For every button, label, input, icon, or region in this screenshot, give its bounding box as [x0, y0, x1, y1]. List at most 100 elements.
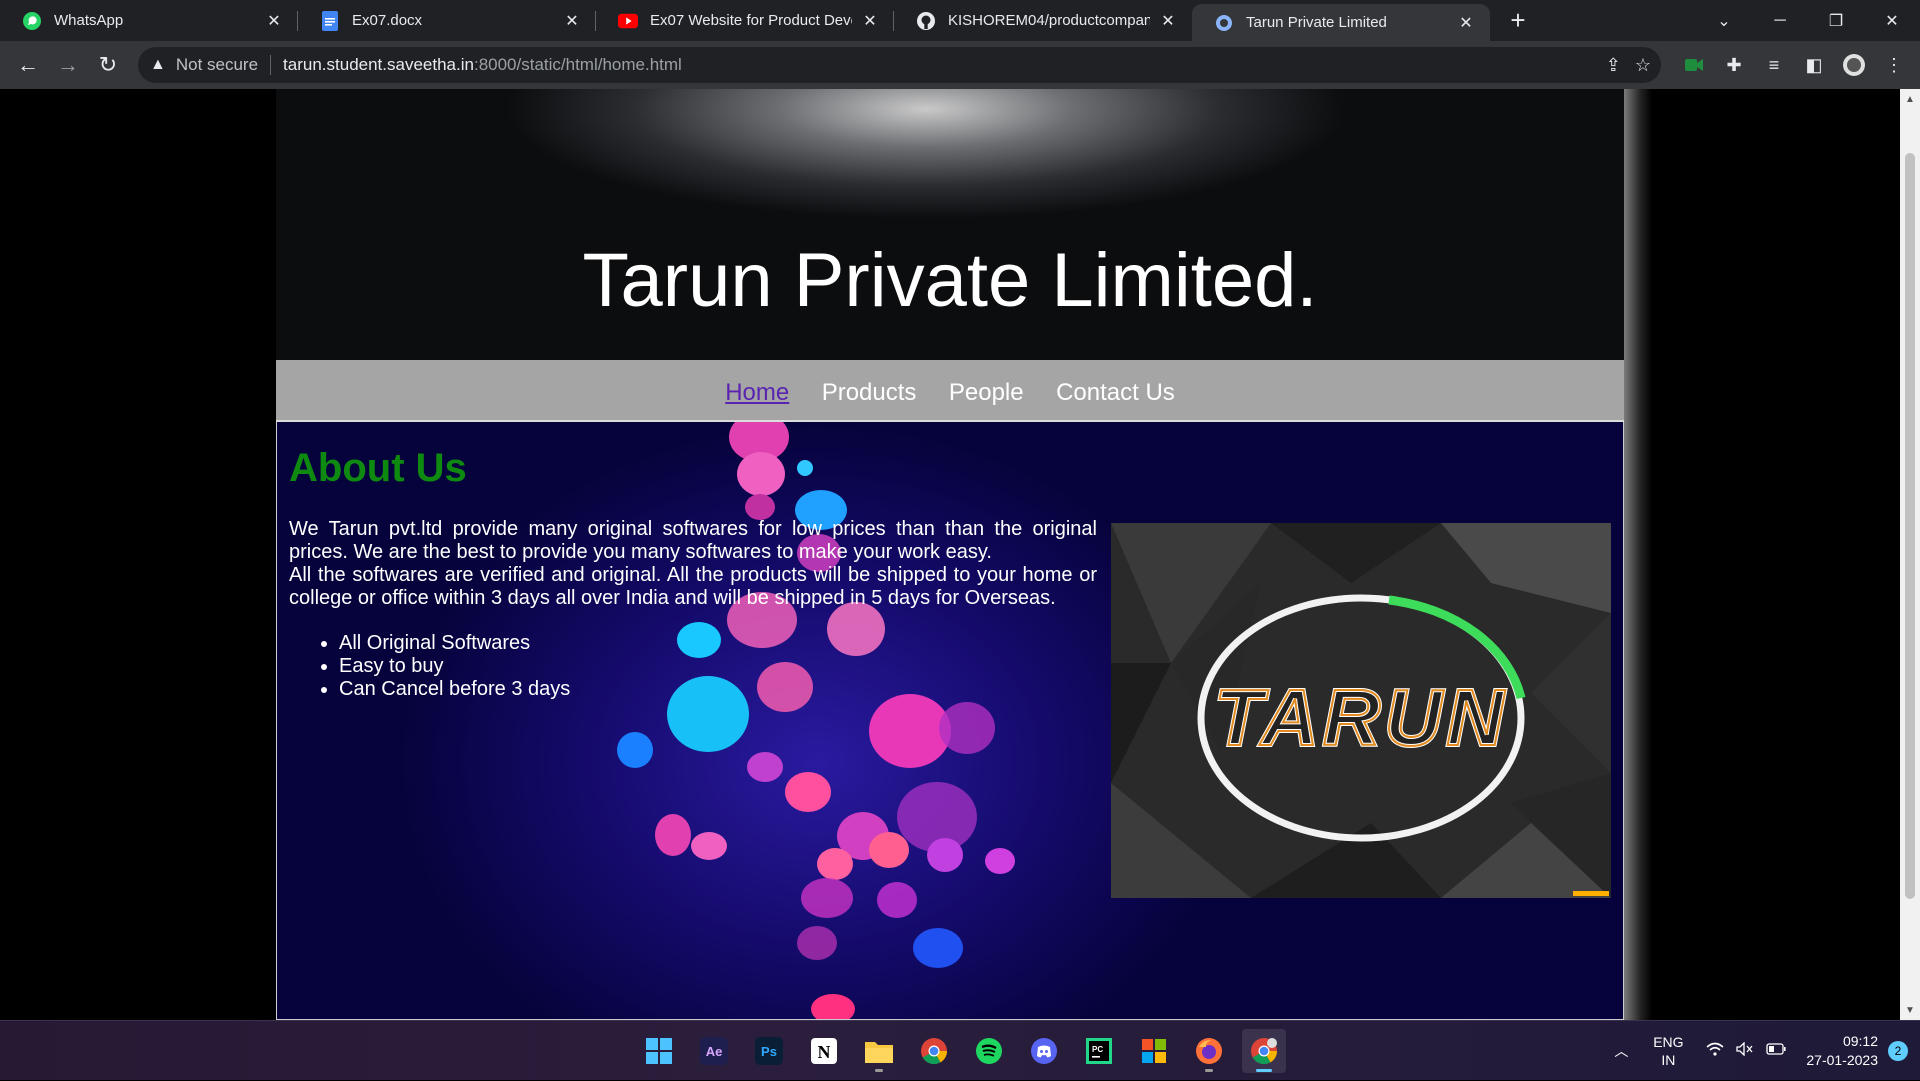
youtube-icon [618, 11, 638, 31]
chrome-dev-icon[interactable] [1242, 1029, 1286, 1073]
tab-title: KISHOREM04/productcompanyw [948, 12, 1150, 29]
close-icon[interactable]: ✕ [1456, 13, 1476, 33]
extension-meet-icon[interactable] [1676, 47, 1712, 83]
windows-taskbar: Ae Ps N PC ︿ ENG IN 09:12 27-01-2023 2 [0, 1020, 1920, 1080]
about-paragraph-1: We Tarun pvt.ltd provide many original s… [289, 518, 1097, 563]
warning-icon: ▲ [150, 56, 166, 73]
site-header: Tarun Private Limited. [276, 89, 1624, 360]
google-docs-icon [320, 10, 340, 31]
security-label[interactable]: Not secure [176, 55, 258, 75]
battery-icon [1766, 1042, 1786, 1061]
tab-youtube[interactable]: Ex07 Website for Product Develo ✕ [596, 0, 894, 41]
company-logo-image: TARUN TARUN [1111, 523, 1611, 898]
tab-docs[interactable]: Ex07.docx ✕ [298, 0, 596, 41]
quick-settings[interactable] [1706, 1040, 1786, 1061]
close-icon[interactable]: ✕ [264, 11, 284, 31]
tab-title: Ex07 Website for Product Develo [650, 12, 852, 29]
menu-kebab-icon[interactable]: ⋮ [1876, 47, 1912, 83]
media-control-icon[interactable]: ≡ [1756, 47, 1792, 83]
nav-people-link[interactable]: People [949, 379, 1024, 406]
back-icon[interactable]: ← [8, 45, 48, 85]
tarun-logo-graphic: TARUN TARUN [1111, 523, 1611, 898]
clock[interactable]: 09:12 27-01-2023 [1806, 1032, 1878, 1070]
github-icon [916, 11, 936, 31]
chrome-icon[interactable] [912, 1029, 956, 1073]
address-bar[interactable]: ▲ Not secure tarun.student.saveetha.in:8… [138, 47, 1661, 83]
list-item: All Original Softwares [339, 632, 570, 655]
notion-icon[interactable]: N [802, 1029, 846, 1073]
share-icon[interactable]: ⇪ [1606, 55, 1621, 76]
restore-icon[interactable]: ❐ [1808, 0, 1864, 41]
after-effects-icon[interactable]: Ae [692, 1029, 736, 1073]
about-paragraph-2: All the softwares are verified and origi… [289, 564, 1097, 609]
profile-avatar[interactable] [1836, 47, 1872, 83]
spotify-icon[interactable] [967, 1029, 1011, 1073]
windows-start-icon[interactable] [637, 1029, 681, 1073]
close-icon[interactable]: ✕ [562, 11, 582, 31]
about-heading: About Us [289, 446, 467, 490]
wifi-icon [1706, 1042, 1724, 1061]
close-icon[interactable]: ✕ [860, 11, 880, 31]
extensions-puzzle-icon[interactable]: ✚ [1716, 47, 1752, 83]
tab-title: Ex07.docx [352, 12, 423, 29]
nav-contact-link[interactable]: Contact Us [1056, 379, 1175, 406]
language-code: ENG [1653, 1034, 1684, 1050]
svg-text:Ae: Ae [706, 1044, 723, 1059]
svg-text:N: N [818, 1042, 831, 1062]
scrollbar-thumb[interactable] [1905, 153, 1915, 899]
url-host: tarun.student.saveetha.in [283, 55, 474, 74]
about-section: About Us We Tarun pvt.ltd provide many o… [276, 422, 1624, 1020]
minimize-icon[interactable]: ─ [1752, 0, 1808, 41]
list-item: Can Cancel before 3 days [339, 678, 570, 701]
new-tab-button[interactable]: + [1500, 3, 1536, 39]
notification-badge[interactable]: 2 [1888, 1041, 1908, 1061]
tab-whatsapp[interactable]: WhatsApp ✕ [0, 0, 298, 41]
nav-home-link[interactable]: Home [725, 379, 789, 406]
volume-muted-icon [1736, 1040, 1754, 1061]
date-text: 27-01-2023 [1806, 1052, 1878, 1068]
url-path: :8000/static/html/home.html [473, 55, 682, 74]
chevron-up-icon[interactable]: ︿ [1606, 1041, 1636, 1061]
tab-tarun-active[interactable]: Tarun Private Limited ✕ [1192, 4, 1490, 41]
photoshop-icon[interactable]: Ps [747, 1029, 791, 1073]
browser-toolbar: ← → ↻ ▲ Not secure tarun.student.saveeth… [0, 41, 1920, 89]
close-icon[interactable]: ✕ [1158, 11, 1178, 31]
language-indicator[interactable]: ENG IN [1644, 1033, 1692, 1069]
close-window-icon[interactable]: ✕ [1864, 0, 1920, 41]
side-panel-icon[interactable]: ◧ [1796, 47, 1832, 83]
page-viewport: Tarun Private Limited. Home Products Peo… [0, 89, 1920, 1020]
page-scrollbar[interactable]: ▲ ▼ [1900, 89, 1920, 1020]
features-list: All Original Softwares Easy to buy Can C… [339, 632, 570, 701]
whatsapp-icon [22, 11, 42, 31]
tab-strip: WhatsApp ✕ Ex07.docx ✕ Ex07 Website for … [0, 0, 1920, 41]
forward-icon[interactable]: → [48, 45, 88, 85]
svg-text:Ps: Ps [761, 1044, 777, 1059]
pycharm-icon[interactable]: PC [1077, 1029, 1121, 1073]
url-text[interactable]: tarun.student.saveetha.in:8000/static/ht… [283, 55, 682, 75]
scroll-up-icon[interactable]: ▲ [1900, 89, 1920, 109]
window-controls: ⌄ ─ ❐ ✕ [1696, 0, 1920, 41]
svg-text:PC: PC [1092, 1045, 1103, 1054]
svg-text:TARUN: TARUN [1214, 673, 1508, 762]
firefox-icon[interactable] [1187, 1029, 1231, 1073]
file-explorer-icon[interactable] [857, 1029, 901, 1073]
tab-github[interactable]: KISHOREM04/productcompanyw ✕ [894, 0, 1192, 41]
nav-products-link[interactable]: Products [822, 379, 917, 406]
webpage: Tarun Private Limited. Home Products Peo… [276, 89, 1624, 1020]
bookmark-star-icon[interactable]: ☆ [1635, 55, 1651, 76]
site-title: Tarun Private Limited. [582, 238, 1318, 323]
microsoft-store-icon[interactable] [1132, 1029, 1176, 1073]
about-description: We Tarun pvt.ltd provide many original s… [289, 518, 1097, 610]
time-text: 09:12 [1842, 1033, 1878, 1049]
list-item: Easy to buy [339, 655, 570, 678]
site-favicon-icon [1214, 13, 1234, 33]
region-code: IN [1661, 1052, 1676, 1068]
tab-title: WhatsApp [54, 12, 124, 29]
system-tray: ︿ ENG IN 09:12 27-01-2023 2 [1606, 1021, 1920, 1081]
tab-search-chevron-icon[interactable]: ⌄ [1696, 0, 1752, 41]
reload-icon[interactable]: ↻ [88, 45, 128, 85]
discord-icon[interactable] [1022, 1029, 1066, 1073]
site-nav: Home Products People Contact Us [276, 360, 1624, 422]
taskbar-apps: Ae Ps N PC [637, 1029, 1286, 1073]
scroll-down-icon[interactable]: ▼ [1900, 1000, 1920, 1020]
